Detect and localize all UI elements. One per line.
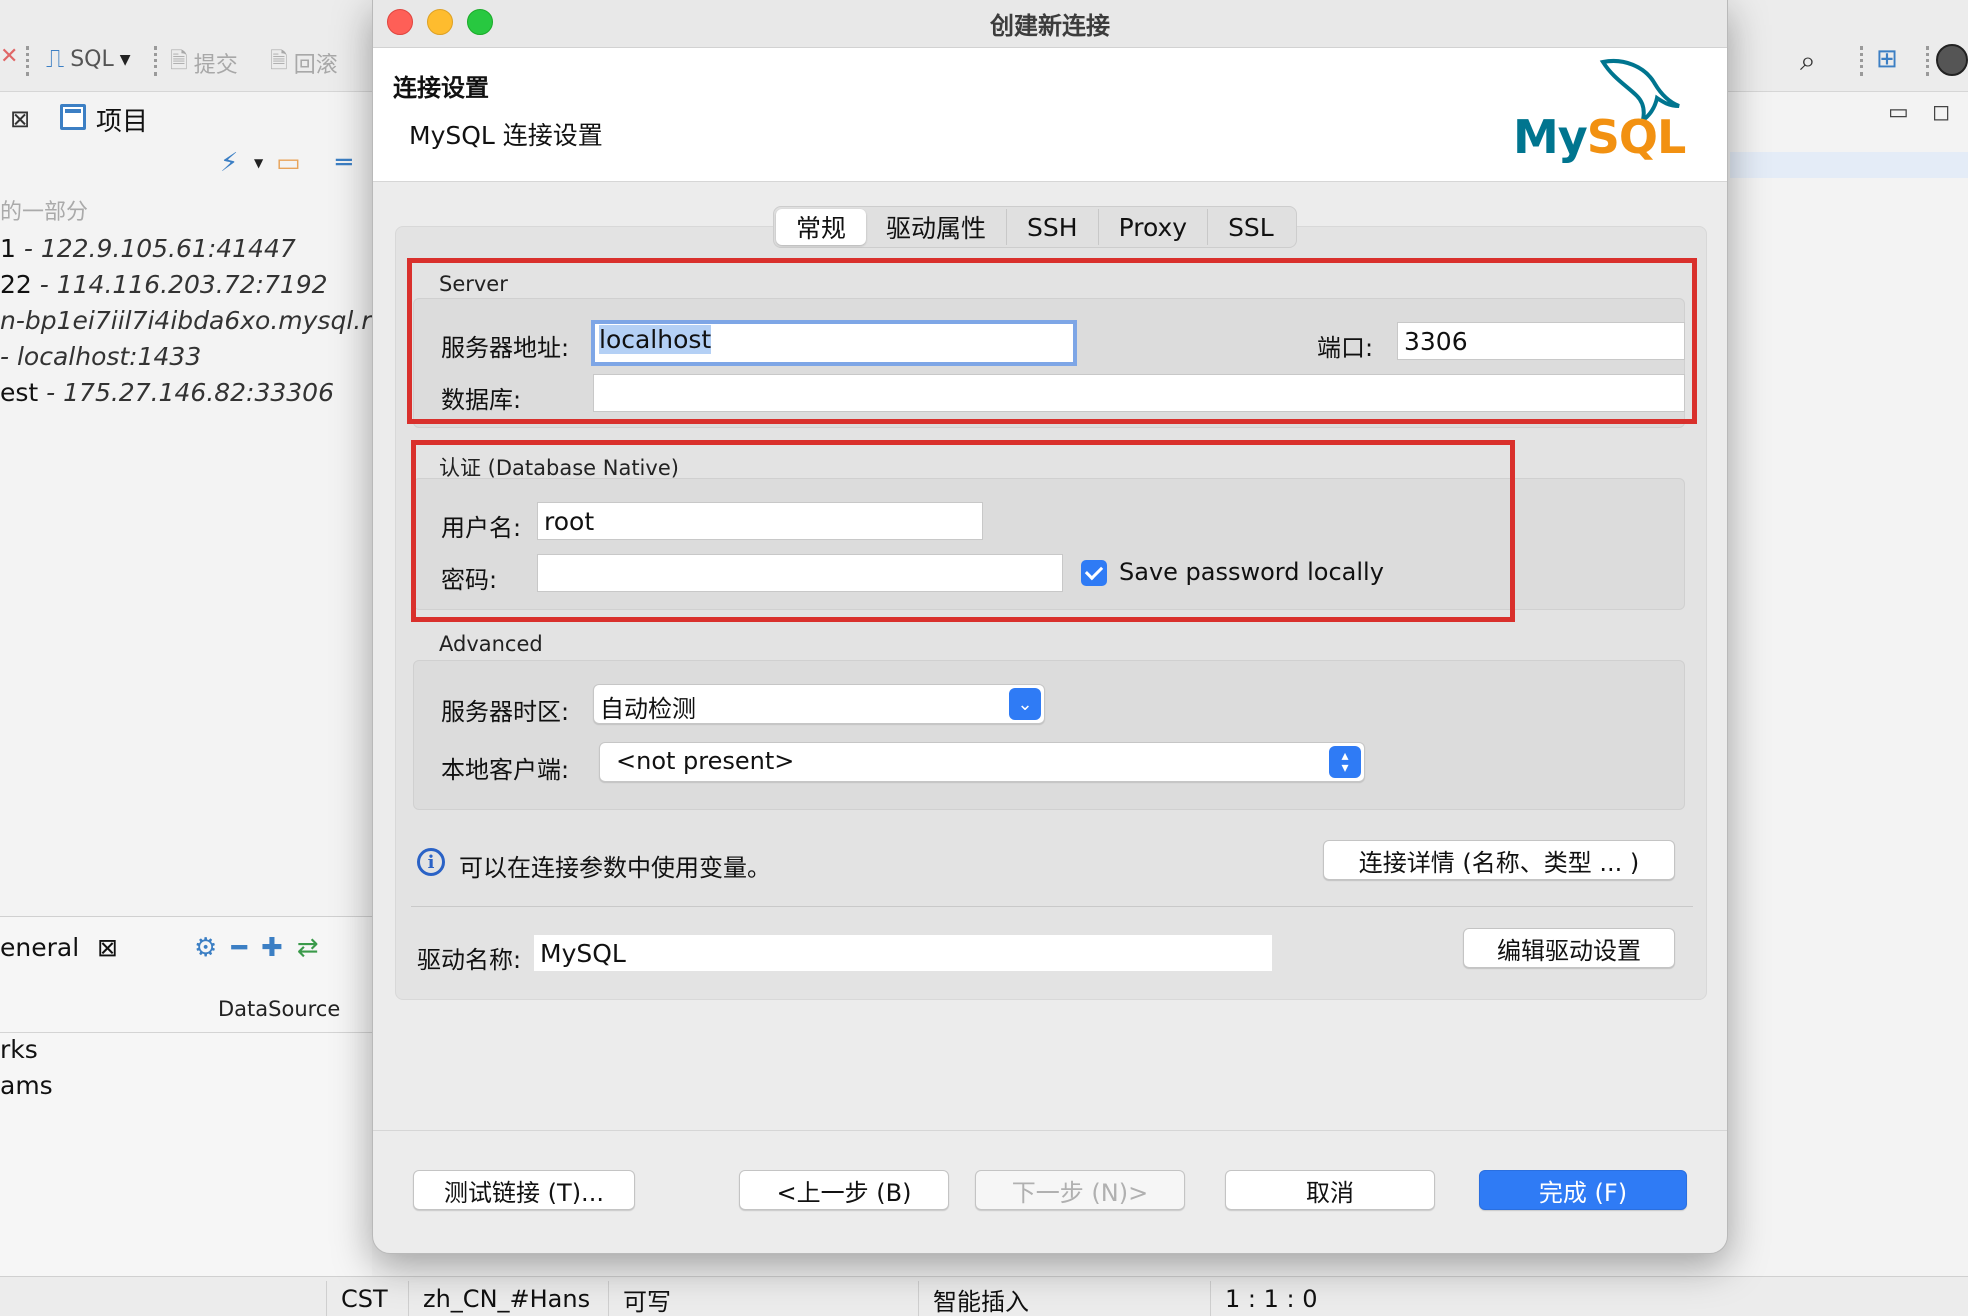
right-toolbar: ⌕ ⊞ [1730, 44, 1968, 84]
info-icon: i [417, 848, 445, 876]
footer-divider [373, 1130, 1727, 1131]
properties-panel: eneral ⊠ ⚙━✚⇄ DataSource rks ams [0, 916, 372, 1276]
dialog-header: 连接设置 MySQL 连接设置 MySQL [373, 48, 1727, 182]
tab-general[interactable]: 常规 [776, 209, 867, 245]
header-title: 连接设置 [393, 74, 489, 102]
connection-list: 1 - 122.9.105.61:41447 22 - 114.116.203.… [0, 234, 372, 414]
edit-driver-button[interactable]: 编辑驱动设置 [1463, 928, 1675, 968]
list-item[interactable]: - localhost:1433 [0, 342, 372, 378]
close-icon[interactable]: ⊠ [97, 933, 118, 962]
new-connection-dialog: 创建新连接 连接设置 MySQL 连接设置 MySQL 常规 驱动属性 SSH … [372, 0, 1728, 1254]
minimize-icon[interactable]: ▭ [1888, 100, 1909, 125]
swap-icon[interactable]: ⇄ [297, 933, 333, 963]
close-icon[interactable]: ⊠ [10, 105, 30, 133]
panel-tools: ⚙━✚⇄ [194, 933, 333, 963]
disconnect-icon[interactable]: ✕ [0, 44, 18, 69]
updown-chevron-icon[interactable]: ▴ ▾ [1329, 746, 1361, 778]
dialog-titlebar: 创建新连接 [373, 0, 1727, 48]
commit-icon: 🗎 [170, 49, 188, 74]
driver-name-label: 驱动名称: [417, 946, 522, 974]
status-timezone: CST [326, 1281, 408, 1316]
list-item[interactable]: 1 - 122.9.105.61:41447 [0, 234, 372, 270]
avatar[interactable] [1936, 44, 1968, 76]
section-divider [411, 906, 1693, 907]
tab-ssl[interactable]: SSL [1208, 209, 1294, 245]
settings-tabs: 常规 驱动属性 SSH Proxy SSL [773, 206, 1297, 248]
chevron-down-icon: ▼ [119, 51, 131, 68]
list-item[interactable]: est - 175.27.146.82:33306 [0, 378, 372, 414]
status-insert-mode: 智能插入 [918, 1281, 1210, 1316]
search-icon[interactable]: ⌕ [1800, 44, 1816, 78]
timezone-value: 自动检测 [600, 695, 696, 723]
timezone-label: 服务器时区: [441, 698, 570, 726]
chevron-down-icon[interactable]: ▼ [254, 156, 263, 170]
mysql-logo: MySQL [1513, 52, 1693, 172]
rollback-button[interactable]: 🗎 回滚 [270, 44, 338, 82]
filter-text: 的一部分 [0, 200, 89, 225]
highlight-box-auth [411, 440, 1515, 622]
finish-button[interactable]: 完成 (F) [1479, 1170, 1687, 1210]
gear-icon[interactable]: ⚙ [194, 933, 231, 963]
local-client-select[interactable]: <not present> ▴ ▾ [599, 742, 1365, 782]
tab-ssh[interactable]: SSH [1007, 209, 1099, 245]
chevron-down-icon[interactable]: ⌄ [1009, 688, 1041, 720]
connection-details-button[interactable]: 连接详情 (名称、类型 ... ) [1323, 840, 1675, 880]
project-icon [60, 104, 86, 130]
editor-line-highlight [1730, 152, 1968, 178]
next-button[interactable]: 下一步 (N)> [975, 1170, 1185, 1210]
table-row[interactable]: ams [0, 1071, 53, 1100]
info-text: 可以在连接参数中使用变量。 [459, 854, 771, 882]
list-item[interactable]: n-bp1ei7iil7i4ibda6xo.mysql.rds [0, 306, 372, 342]
minus-icon[interactable]: ━ [231, 933, 261, 963]
local-client-label: 本地客户端: [441, 756, 570, 784]
rollback-icon: 🗎 [270, 49, 288, 74]
maximize-icon[interactable]: ◻ [1932, 100, 1950, 125]
general-tab[interactable]: eneral ⊠ [0, 933, 118, 962]
sql-editor-button[interactable]: ⎍ SQL ▼ [46, 44, 131, 75]
rollback-label: 回滚 [293, 53, 338, 78]
commit-label: 提交 [193, 53, 238, 78]
tab-driver-properties[interactable]: 驱动属性 [866, 209, 1008, 245]
toolbar-separator [154, 46, 158, 76]
plus-icon[interactable]: ✚ [261, 933, 297, 963]
local-client-value: <not present> [616, 747, 795, 775]
test-connection-button[interactable]: 测试链接 (T)... [413, 1170, 635, 1210]
commit-button[interactable]: 🗎 提交 [170, 44, 238, 82]
cancel-button[interactable]: 取消 [1225, 1170, 1435, 1210]
navigator-tools: ⚡ ▼ ▭ ═ [210, 148, 370, 184]
timezone-select[interactable]: 自动检测 ⌄ [593, 684, 1045, 724]
logo-wordmark: MySQL [1513, 110, 1686, 164]
collapse-icon[interactable]: ═ [336, 148, 352, 178]
advanced-group-label: Advanced [439, 632, 543, 656]
table-header: DataSource [0, 989, 372, 1033]
project-tab[interactable]: ⊠ 项目 [0, 96, 372, 142]
project-tab-label: 项目 [96, 106, 149, 137]
column-header: DataSource [218, 997, 341, 1021]
toolbar-separator [26, 46, 30, 76]
advanced-group [413, 660, 1685, 810]
highlight-box-server [407, 258, 1697, 424]
table-row[interactable]: rks [0, 1035, 38, 1064]
perspective-icon[interactable]: ⊞ [1876, 44, 1898, 74]
sql-label: SQL [70, 47, 114, 72]
tab-proxy[interactable]: Proxy [1099, 209, 1209, 245]
status-writable: 可写 [608, 1281, 918, 1316]
driver-name-field: MySQL [533, 934, 1273, 972]
general-tab-label: eneral [0, 933, 80, 962]
list-item[interactable]: 22 - 114.116.203.72:7192 [0, 270, 372, 306]
toolbar-separator [1860, 46, 1864, 76]
header-subtitle: MySQL 连接设置 [409, 121, 603, 150]
back-button[interactable]: <上一步 (B) [739, 1170, 949, 1210]
sql-icon: ⎍ [46, 44, 65, 74]
new-folder-icon[interactable]: ▭ [276, 148, 301, 178]
new-connection-icon[interactable]: ⚡ [220, 148, 238, 178]
status-locale: zh_CN_#Hans [408, 1281, 608, 1316]
toolbar-separator [1926, 46, 1930, 76]
status-position: 1 : 1 : 0 [1210, 1281, 1340, 1316]
status-bar: CST zh_CN_#Hans 可写 智能插入 1 : 1 : 0 [0, 1276, 1968, 1316]
dialog-title: 创建新连接 [990, 12, 1110, 40]
